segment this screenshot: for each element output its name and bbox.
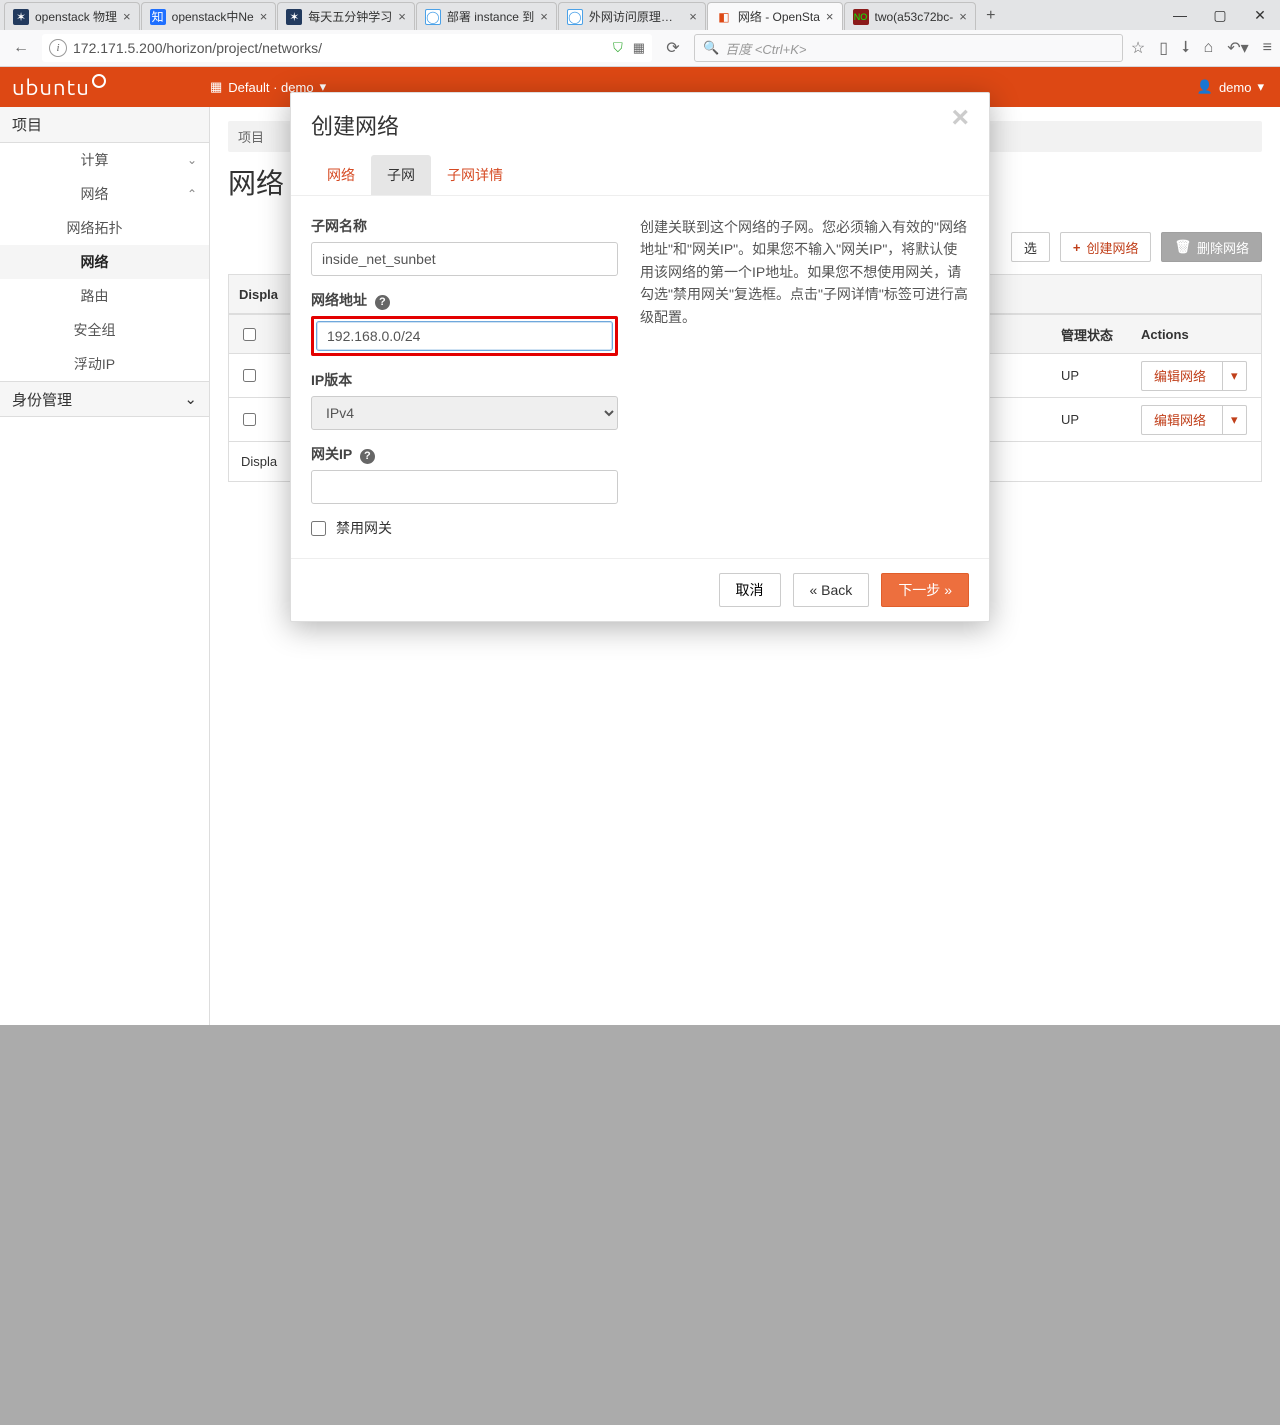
form-left: 子网名称 网络地址 ? IP版本 [311,216,640,538]
browser-chrome: ✶ openstack 物理 × 知 openstack中Ne × ✶ 每天五分… [0,0,1280,67]
favicon-icon: ◧ [716,9,732,25]
tab-close-icon[interactable]: × [689,9,697,24]
field-label: IP版本 [311,370,618,390]
favicon-icon: 知 [150,9,166,25]
field-disable-gateway: 禁用网关 [311,518,618,538]
browser-tabs: ✶ openstack 物理 × 知 openstack中Ne × ✶ 每天五分… [0,0,1280,30]
search-input[interactable]: 🔍 百度 <Ctrl+K> [694,34,1123,62]
checkbox-label: 禁用网关 [336,518,392,538]
tab-title: two(a53c72bc- [875,10,954,24]
qr-icon[interactable]: ▦ [633,40,645,56]
label-text: 网络地址 [311,292,367,308]
bookmark-icon[interactable]: ☆ [1131,38,1145,58]
modal-help-text: 创建关联到这个网络的子网。您必须输入有效的"网络地址"和"网关IP"。如果您不输… [640,216,969,538]
download-icon[interactable]: ⭣ [1182,39,1190,57]
help-icon[interactable]: ? [375,295,390,310]
back-button[interactable]: « Back [793,573,870,607]
tab-title: openstack 物理 [35,8,117,25]
tab-close-icon[interactable]: × [959,9,967,24]
modal-title: 创建网络 [311,109,399,141]
modal-footer: 取消 « Back 下一步 » [291,558,989,621]
create-network-modal: 创建网络 × 网络 子网 子网详情 子网名称 网络地址 ? [290,92,990,622]
library-icon[interactable]: ▯ [1159,38,1168,58]
next-button[interactable]: 下一步 » [881,573,969,607]
tab-subnet[interactable]: 子网 [371,155,431,195]
field-subnet-name: 子网名称 [311,216,618,276]
subnet-name-input[interactable] [311,242,618,276]
field-ip-version: IP版本 IPv4 [311,370,618,430]
tab-close-icon[interactable]: × [826,9,834,24]
tab-close-icon[interactable]: × [123,9,131,24]
url-text: 172.171.5.200/horizon/project/networks/ [73,40,613,56]
browser-tab[interactable]: ✶ 每天五分钟学习 × [277,2,415,30]
browser-tab[interactable]: ✶ openstack 物理 × [4,2,140,30]
disable-gateway-checkbox[interactable] [311,521,326,536]
url-bar-row: ← i 172.171.5.200/horizon/project/networ… [0,30,1280,66]
cancel-button[interactable]: 取消 [719,573,781,607]
tab-subnet-details[interactable]: 子网详情 [431,155,519,195]
modal-overlay: 创建网络 × 网络 子网 子网详情 子网名称 网络地址 ? [0,67,1280,1025]
help-icon[interactable]: ? [360,449,375,464]
toolbar-icons: ☆ ▯ ⭣ ⌂ ↶▾ ≡ [1131,38,1272,58]
menu-icon[interactable]: ≡ [1263,39,1272,57]
shield-icon[interactable]: ⛉ [613,40,623,56]
highlight-box [311,316,618,356]
favicon-icon: ◯ [425,9,441,25]
tab-title: openstack中Ne [172,8,254,25]
tab-close-icon[interactable]: × [398,9,406,24]
tab-title: 网络 - OpenSta [738,8,820,25]
browser-tab[interactable]: NO two(a53c72bc- × [844,2,976,30]
app-root: ubuntu ▦ Default · demo ▾ 👤 demo ▾ 项目 计算… [0,67,1280,1025]
field-gateway: 网关IP ? [311,444,618,504]
label-text: 网关IP [311,446,352,462]
favicon-icon: ✶ [286,9,302,25]
modal-header: 创建网络 × [291,93,989,151]
search-provider-icon: 🔍 [703,40,719,56]
home-icon[interactable]: ⌂ [1204,39,1214,57]
favicon-icon: ◯ [567,9,583,25]
browser-tab[interactable]: ◯ 外网访问原理分析 × [558,2,706,30]
search-placeholder: 百度 <Ctrl+K> [725,39,806,58]
tab-close-icon[interactable]: × [540,9,548,24]
field-label: 子网名称 [311,216,618,236]
ip-version-select[interactable]: IPv4 [311,396,618,430]
window-controls: — ▢ ✕ [1160,0,1280,30]
cidr-input[interactable] [316,321,613,351]
tab-network[interactable]: 网络 [311,155,371,195]
tab-title: 外网访问原理分析 [589,8,683,25]
back-button[interactable]: ← [8,35,34,61]
close-window-button[interactable]: ✕ [1240,0,1280,30]
tab-title: 部署 instance 到 [447,8,534,25]
browser-tab-active[interactable]: ◧ 网络 - OpenSta × [707,2,843,30]
favicon-icon: NO [853,9,869,25]
reload-button[interactable]: ⟳ [660,35,686,61]
tab-close-icon[interactable]: × [260,9,268,24]
modal-body: 子网名称 网络地址 ? IP版本 [291,196,989,558]
field-label: 网关IP ? [311,444,618,464]
favicon-icon: ✶ [13,9,29,25]
minimize-button[interactable]: — [1160,0,1200,30]
empty-area [0,1025,1280,1425]
field-label: 网络地址 ? [311,290,618,310]
site-info-icon[interactable]: i [49,39,67,57]
field-cidr: 网络地址 ? [311,290,618,356]
gateway-input[interactable] [311,470,618,504]
maximize-button[interactable]: ▢ [1200,0,1240,30]
browser-tab[interactable]: 知 openstack中Ne × [141,2,277,30]
modal-close-icon[interactable]: × [951,109,969,127]
url-bar[interactable]: i 172.171.5.200/horizon/project/networks… [42,34,652,62]
new-tab-button[interactable]: + [977,2,1005,30]
history-icon[interactable]: ↶▾ [1227,38,1248,58]
tab-title: 每天五分钟学习 [308,8,392,25]
browser-tab[interactable]: ◯ 部署 instance 到 × [416,2,557,30]
modal-tabs: 网络 子网 子网详情 [291,151,989,196]
